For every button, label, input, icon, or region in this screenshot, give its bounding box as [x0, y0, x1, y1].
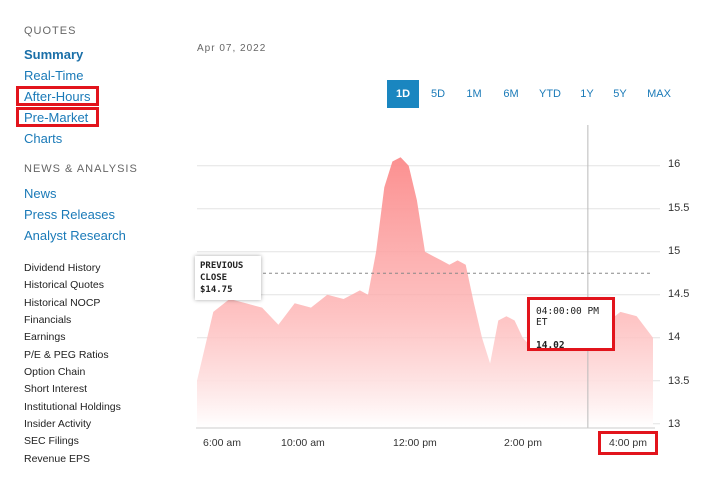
x-tick-label: 2:00 pm: [504, 437, 542, 449]
y-tick-label: 15.5: [668, 202, 690, 214]
x-tick-label: 6:00 am: [203, 437, 241, 449]
y-tick-label: 14.5: [668, 288, 690, 300]
previous-close-value: $14.75: [200, 285, 233, 295]
close-time-highlight: [598, 431, 658, 455]
y-tick-label: 16: [668, 158, 681, 170]
price-area-series: [197, 157, 653, 428]
previous-close-tooltip: PREVIOUS CLOSE $14.75: [195, 256, 261, 300]
previous-close-label: CLOSE: [200, 273, 228, 283]
price-chart[interactable]: [0, 0, 720, 497]
y-tick-label: 13.5: [668, 375, 690, 387]
price-tooltip-highlight: [527, 297, 615, 351]
y-tick-label: 15: [668, 245, 681, 257]
x-tick-label: 12:00 pm: [393, 437, 437, 449]
y-tick-label: 13: [668, 418, 681, 430]
x-tick-label: 10:00 am: [281, 437, 325, 449]
previous-close-label: PREVIOUS: [200, 261, 244, 271]
y-tick-label: 14: [668, 331, 681, 343]
